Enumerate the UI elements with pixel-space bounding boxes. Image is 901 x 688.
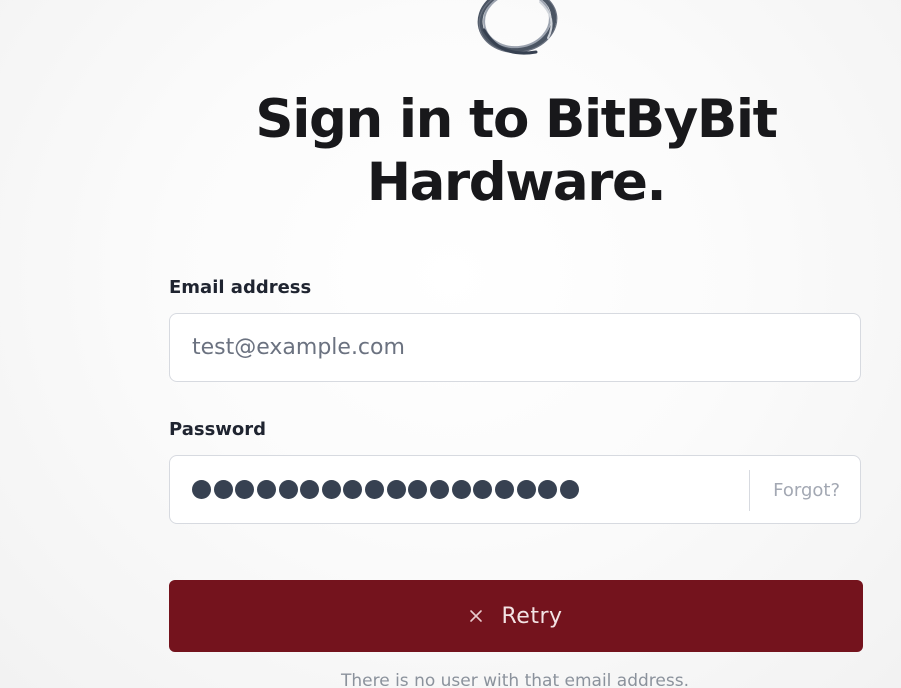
email-label: Email address: [169, 277, 312, 298]
password-dot: [473, 480, 493, 499]
password-label: Password: [169, 419, 267, 440]
password-dot: [430, 480, 450, 499]
password-dot: [235, 480, 255, 499]
close-icon: [470, 610, 483, 622]
password-dot: [386, 480, 406, 499]
password-divider: [749, 470, 750, 511]
password-dot: [451, 480, 471, 499]
password-dot: [516, 480, 536, 499]
ring-logo-icon: [477, 0, 558, 55]
password-dot: [256, 480, 276, 499]
password-dot: [365, 480, 385, 499]
password-dot: [192, 480, 211, 499]
password-field[interactable]: Forgot?: [169, 455, 861, 524]
password-dot: [408, 480, 428, 499]
password-dot: [559, 480, 579, 499]
password-dot: [321, 480, 341, 499]
page-title: Sign in to BitByBit Hardware.: [255, 89, 778, 213]
retry-button-label: Retry: [501, 603, 563, 629]
error-message: There is no user with that email address…: [340, 671, 690, 688]
password-dot: [300, 480, 320, 499]
password-dot: [213, 480, 233, 499]
forgot-password-link[interactable]: Forgot?: [773, 480, 840, 501]
email-field[interactable]: [169, 313, 861, 382]
password-dot: [538, 480, 558, 499]
password-masked-value[interactable]: [192, 480, 579, 499]
password-dot: [278, 480, 298, 499]
password-dot: [494, 480, 514, 499]
email-input[interactable]: [170, 314, 860, 381]
retry-button[interactable]: Retry: [169, 580, 863, 652]
password-dot: [343, 480, 363, 499]
